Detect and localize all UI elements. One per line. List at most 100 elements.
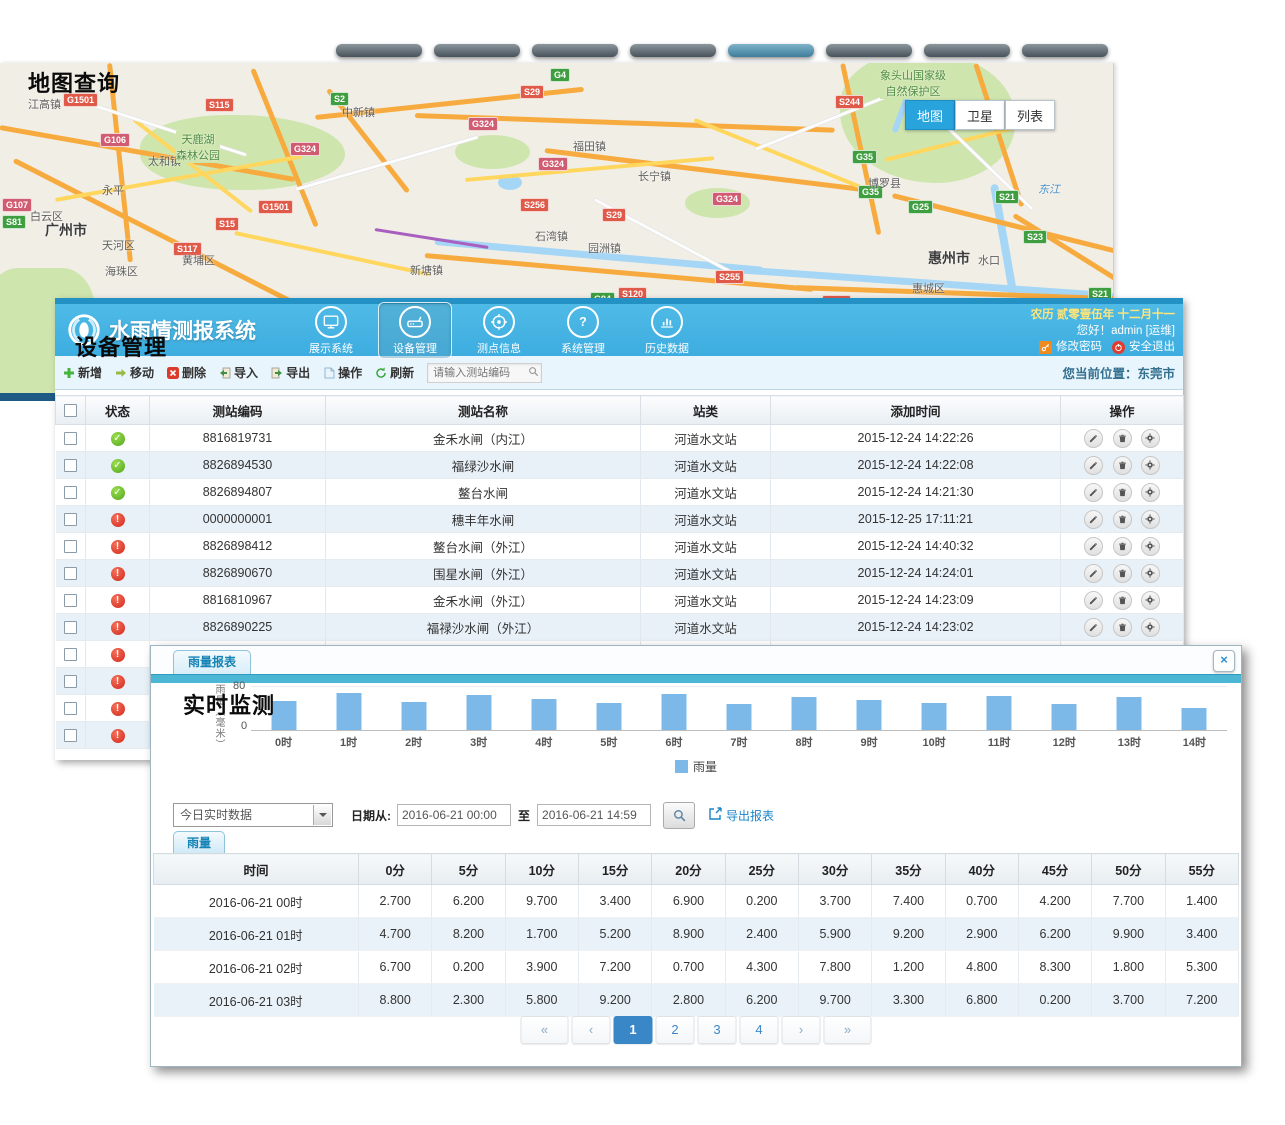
edit-icon[interactable] bbox=[1084, 618, 1103, 637]
row-checkbox[interactable] bbox=[64, 432, 77, 445]
bar bbox=[1117, 697, 1142, 730]
add-button[interactable]: 新增 bbox=[63, 364, 102, 381]
table-row[interactable]: 8826898412 鳌台水闸（外江） 河道水文站 2015-12-24 14:… bbox=[56, 533, 1184, 560]
nav-item-history-data[interactable]: 历史数据 bbox=[630, 302, 704, 359]
table-row[interactable]: 8826894530 福绿沙水闸 河道水文站 2015-12-24 14:22:… bbox=[56, 452, 1184, 479]
tab-rain-report[interactable]: 雨量报表 bbox=[173, 650, 251, 674]
table-row[interactable]: 8816819731 金禾水闸（内江） 河道水文站 2015-12-24 14:… bbox=[56, 425, 1184, 452]
table-row[interactable]: 8816810967 金禾水闸（外江） 河道水文站 2015-12-24 14:… bbox=[56, 587, 1184, 614]
gear-icon[interactable] bbox=[1141, 618, 1160, 637]
preset-select[interactable]: 今日实时数据 bbox=[173, 803, 333, 827]
nav-item-display-system[interactable]: 展示系统 bbox=[294, 302, 368, 359]
edit-icon[interactable] bbox=[1084, 510, 1103, 529]
row-checkbox[interactable] bbox=[64, 513, 77, 526]
gear-icon[interactable] bbox=[1141, 429, 1160, 448]
browser-tab[interactable] bbox=[826, 44, 912, 57]
trash-icon[interactable] bbox=[1113, 591, 1132, 610]
page-button[interactable]: ‹ bbox=[572, 1016, 611, 1044]
row-checkbox[interactable] bbox=[64, 459, 77, 472]
pagination: «‹1234›» bbox=[521, 1016, 872, 1044]
export-button[interactable]: 导出 bbox=[271, 364, 310, 381]
trash-icon[interactable] bbox=[1113, 510, 1132, 529]
operate-button[interactable]: 操作 bbox=[323, 364, 362, 381]
gear-icon[interactable] bbox=[1141, 537, 1160, 556]
browser-tab-active[interactable] bbox=[728, 44, 814, 57]
row-checkbox[interactable] bbox=[64, 621, 77, 634]
trash-icon[interactable] bbox=[1113, 429, 1132, 448]
search-input[interactable] bbox=[427, 363, 542, 383]
row-checkbox[interactable] bbox=[64, 729, 77, 742]
gear-icon[interactable] bbox=[1141, 510, 1160, 529]
row-checkbox[interactable] bbox=[64, 702, 77, 715]
satellite-view-button[interactable]: 卫星 bbox=[955, 100, 1005, 130]
page-button[interactable]: 4 bbox=[740, 1016, 779, 1044]
gear-icon[interactable] bbox=[1141, 456, 1160, 475]
map-place-label: 江高镇 bbox=[28, 96, 61, 112]
page-button[interactable]: » bbox=[824, 1016, 872, 1044]
nav-item-station-info[interactable]: 测点信息 bbox=[462, 302, 536, 359]
edit-icon[interactable] bbox=[1084, 591, 1103, 610]
bar bbox=[336, 693, 361, 730]
tab-rain[interactable]: 雨量 bbox=[173, 831, 225, 854]
close-icon[interactable] bbox=[1213, 650, 1235, 672]
row-checkbox[interactable] bbox=[64, 540, 77, 553]
browser-tab[interactable] bbox=[630, 44, 716, 57]
move-button[interactable]: 移动 bbox=[115, 364, 154, 381]
row-checkbox[interactable] bbox=[64, 675, 77, 688]
trash-icon[interactable] bbox=[1113, 456, 1132, 475]
browser-tab[interactable] bbox=[1022, 44, 1108, 57]
browser-tab[interactable] bbox=[434, 44, 520, 57]
date-from-input[interactable] bbox=[397, 804, 511, 826]
row-checkbox[interactable] bbox=[64, 594, 77, 607]
edit-icon[interactable] bbox=[1084, 564, 1103, 583]
stations-header-row: 状态 测站编码 测站名称 站类 添加时间 操作 bbox=[56, 396, 1184, 425]
bar bbox=[401, 702, 426, 730]
trash-icon[interactable] bbox=[1113, 564, 1132, 583]
edit-icon[interactable] bbox=[1084, 456, 1103, 475]
logout-link[interactable]: 安全退出 bbox=[1129, 339, 1175, 355]
browser-tab[interactable] bbox=[532, 44, 618, 57]
row-checkbox[interactable] bbox=[64, 486, 77, 499]
table-row[interactable]: 8826894807 鳌台水闸 河道水文站 2015-12-24 14:21:3… bbox=[56, 479, 1184, 506]
edit-icon[interactable] bbox=[1084, 537, 1103, 556]
gear-icon[interactable] bbox=[1141, 591, 1160, 610]
refresh-button[interactable]: 刷新 bbox=[375, 364, 414, 381]
list-view-button[interactable]: 列表 bbox=[1005, 100, 1055, 130]
page-button[interactable]: › bbox=[782, 1016, 821, 1044]
map-view-button[interactable]: 地图 bbox=[905, 100, 955, 130]
status-icon bbox=[111, 675, 125, 689]
page-button[interactable]: 2 bbox=[656, 1016, 695, 1044]
gear-icon[interactable] bbox=[1141, 564, 1160, 583]
import-button[interactable]: 导入 bbox=[219, 364, 258, 381]
browser-tab[interactable] bbox=[924, 44, 1010, 57]
search-button[interactable] bbox=[663, 802, 695, 829]
nav-item-system-management[interactable]: ? 系统管理 bbox=[546, 302, 620, 359]
chevron-down-icon[interactable] bbox=[313, 805, 331, 825]
nav-item-device-management[interactable]: 设备管理 bbox=[378, 302, 452, 359]
browser-tab[interactable] bbox=[336, 44, 422, 57]
page-button[interactable]: « bbox=[521, 1016, 569, 1044]
page-button[interactable]: 3 bbox=[698, 1016, 737, 1044]
gear-icon[interactable] bbox=[1141, 483, 1160, 502]
table-row[interactable]: 8826890225 福禄沙水闸（外江） 河道水文站 2015-12-24 14… bbox=[56, 614, 1184, 641]
status-icon bbox=[111, 648, 125, 662]
date-to-input[interactable] bbox=[537, 804, 651, 826]
trash-icon[interactable] bbox=[1113, 483, 1132, 502]
page-button[interactable]: 1 bbox=[614, 1016, 653, 1044]
delete-button[interactable]: 删除 bbox=[167, 364, 206, 381]
map-place-label: 博罗县 bbox=[868, 175, 901, 191]
export-report-link[interactable]: 导出报表 bbox=[709, 807, 774, 824]
trash-icon[interactable] bbox=[1113, 537, 1132, 556]
trash-icon[interactable] bbox=[1113, 618, 1132, 637]
search-icon[interactable] bbox=[528, 366, 539, 380]
edit-icon[interactable] bbox=[1084, 429, 1103, 448]
edit-icon[interactable] bbox=[1084, 483, 1103, 502]
table-row[interactable]: 8826890670 围星水闸（外江） 河道水文站 2015-12-24 14:… bbox=[56, 560, 1184, 587]
change-password-link[interactable]: 修改密码 bbox=[1056, 339, 1102, 355]
bar-slot: 2时 bbox=[381, 687, 446, 730]
row-checkbox[interactable] bbox=[64, 648, 77, 661]
select-all-checkbox[interactable] bbox=[64, 404, 77, 417]
rain-data-table: 时间 0分 5分 10分 15分 20分 25分 30分 35分 40分 45分… bbox=[153, 853, 1239, 1017]
row-checkbox[interactable] bbox=[64, 567, 77, 580]
table-row[interactable]: 0000000001 穗丰年水闸 河道水文站 2015-12-25 17:11:… bbox=[56, 506, 1184, 533]
